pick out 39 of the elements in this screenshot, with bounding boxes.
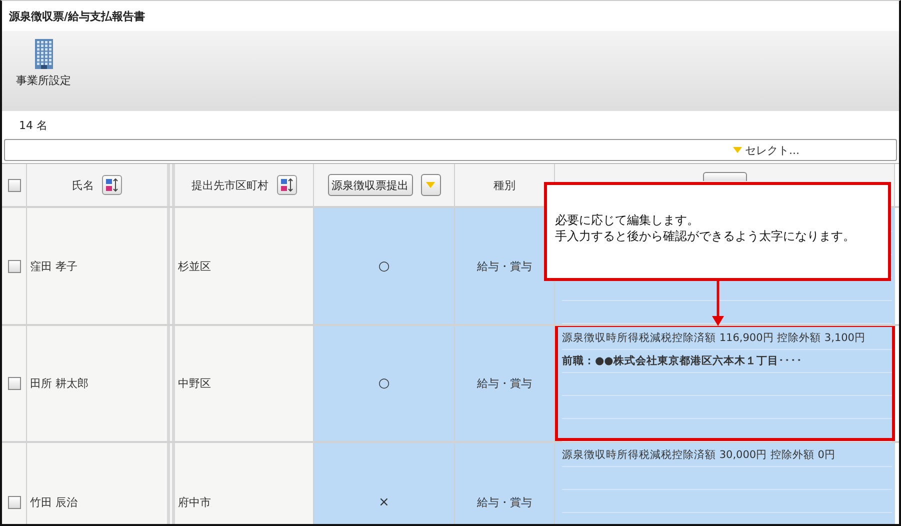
filter-bar[interactable]: セレクト... <box>4 139 897 161</box>
note-text: 前職：●●株式会社東京都港区六本木１丁目････ <box>562 350 892 373</box>
office-settings-button[interactable]: 事業所設定 <box>12 37 75 90</box>
callout-text: 必要に応じて編集します。 <box>555 212 699 228</box>
table-cell: 府中市 <box>175 443 314 524</box>
table-cell: ○ <box>314 326 455 441</box>
note-text: 源泉徴収時所得税減税控除済額 30,000円 控除外額 0円 <box>562 444 892 467</box>
sort-icon <box>105 178 119 192</box>
checkbox[interactable] <box>8 260 21 272</box>
window-title: 源泉徴収票/給与支払報告書 <box>8 8 146 24</box>
sort-button[interactable] <box>102 175 122 195</box>
column-header-button[interactable]: 源泉徴収票提出 <box>328 174 412 196</box>
table-cell: 田所 耕太郎 <box>27 326 175 441</box>
checkbox[interactable] <box>8 496 21 508</box>
table-cell: 杉並区 <box>175 208 314 324</box>
checkbox[interactable] <box>8 178 21 192</box>
table-cell: 中野区 <box>175 326 314 441</box>
record-count: 14 名 <box>18 118 48 134</box>
dropdown-icon <box>426 182 435 188</box>
table-cell: × <box>314 443 455 524</box>
column-header-button[interactable] <box>702 172 746 181</box>
table-cell: ○ <box>314 208 455 324</box>
table-cell: 給与・賞与 <box>455 326 555 441</box>
column-header: 種別 <box>494 178 516 192</box>
column-header: 提出先市区町村 <box>192 178 268 192</box>
checkbox[interactable] <box>8 377 21 390</box>
building-icon <box>34 39 54 69</box>
table-cell: 給与・賞与 <box>455 208 555 324</box>
table-cell: 竹田 辰治 <box>27 443 175 524</box>
note-text: 源泉徴収時所得税減税控除済額 116,900円 控除外額 3,100円 <box>562 327 892 350</box>
dropdown-icon <box>733 147 742 153</box>
table-cell: 給与・賞与 <box>455 443 555 524</box>
sort-icon <box>280 178 294 192</box>
dropdown-button[interactable] <box>420 174 440 196</box>
column-header: 氏名 <box>72 178 94 192</box>
callout-text: 手入力すると後から確認ができるよう太字になります。 <box>555 228 855 244</box>
sort-button[interactable] <box>276 175 296 195</box>
table-cell: 窪田 孝子 <box>27 208 175 324</box>
filter-label: セレクト... <box>745 142 800 158</box>
